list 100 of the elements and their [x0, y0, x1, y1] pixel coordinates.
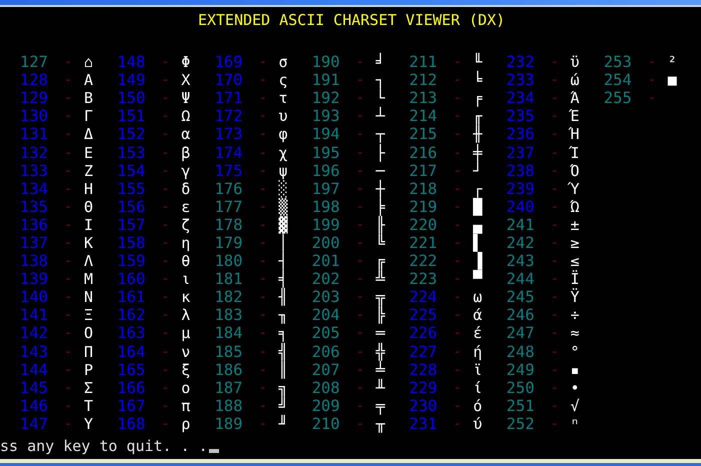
char-code: 182	[214, 288, 244, 306]
char-code: 150	[117, 89, 146, 108]
glyph: Φ	[181, 53, 190, 72]
glyph: ┤	[278, 252, 288, 270]
glyph: √	[570, 396, 580, 415]
glyph: π	[181, 396, 190, 415]
char-code: 162	[117, 306, 146, 324]
char-code: 146	[20, 396, 49, 415]
separator: -	[258, 378, 268, 397]
separator: -	[453, 234, 463, 252]
char-code: 132	[20, 144, 49, 162]
glyph: ╡	[278, 270, 288, 288]
glyph: ╖	[278, 306, 288, 324]
glyph: ▀	[473, 270, 482, 288]
separator: -	[356, 71, 366, 90]
char-code: 169	[214, 53, 244, 72]
char-code: 207	[312, 360, 341, 379]
separator: -	[453, 378, 463, 397]
separator: -	[356, 378, 366, 397]
char-code: 143	[20, 342, 49, 361]
char-code: 181	[214, 270, 244, 288]
glyph: ╞	[376, 198, 385, 216]
glyph: Ί	[570, 144, 580, 162]
glyph: ╟	[376, 216, 385, 234]
glyph: ≥	[570, 234, 580, 252]
separator: -	[453, 396, 463, 415]
glyph: ├	[376, 144, 385, 162]
glyph: ╝	[278, 396, 288, 415]
char-code: 239	[506, 180, 536, 198]
glyph: η	[181, 234, 190, 252]
separator: -	[64, 324, 74, 342]
separator: -	[550, 414, 560, 433]
char-code: 229	[409, 378, 438, 397]
char-code: 142	[20, 324, 49, 342]
glyph: Γ	[84, 107, 94, 126]
separator: -	[161, 396, 171, 415]
char-code: 246	[506, 306, 536, 324]
separator: -	[64, 162, 74, 180]
glyph: ψ	[278, 162, 288, 180]
glyph: ⌂	[84, 53, 94, 72]
glyph: ▌	[473, 234, 482, 252]
char-code: 140	[20, 288, 49, 306]
separator: -	[161, 180, 171, 198]
glyph: ϋ	[570, 53, 580, 72]
glyph: ┐	[376, 71, 385, 90]
char-code: 178	[214, 216, 244, 234]
separator: -	[356, 216, 366, 234]
glyph: ■	[668, 71, 677, 90]
glyph: Ϋ	[570, 288, 580, 306]
glyph: Π	[84, 342, 94, 361]
char-code: 232	[506, 53, 536, 72]
glyph: ╠	[376, 306, 385, 324]
separator: -	[356, 396, 366, 415]
char-code: 134	[20, 180, 49, 198]
char-code: 225	[409, 306, 438, 324]
separator: -	[356, 107, 366, 126]
char-code: 240	[506, 198, 536, 216]
separator: -	[258, 234, 268, 252]
separator: -	[64, 378, 74, 397]
separator: -	[161, 125, 171, 144]
glyph: ╫	[473, 125, 482, 144]
char-code: 193	[312, 107, 341, 126]
glyph: ▄	[473, 216, 482, 234]
glyph: ν	[181, 342, 190, 361]
char-code: 212	[409, 71, 438, 90]
glyph: Ι	[84, 216, 94, 234]
glyph: ═	[376, 324, 385, 342]
glyph: °	[570, 342, 580, 361]
separator: -	[453, 89, 463, 108]
char-code: 172	[214, 107, 244, 126]
char-code: 223	[409, 270, 438, 288]
separator: -	[356, 270, 366, 288]
glyph: ─	[376, 162, 385, 180]
char-code: 230	[409, 396, 438, 415]
glyph: Ψ	[181, 89, 190, 108]
glyph: Υ	[84, 414, 94, 433]
glyph: │	[278, 234, 288, 252]
separator: -	[550, 252, 560, 270]
glyph: γ	[181, 162, 190, 180]
glyph: Λ	[84, 252, 94, 270]
char-code: 197	[312, 180, 341, 198]
glyph: ╒	[473, 89, 482, 108]
glyph: ╩	[376, 270, 385, 288]
char-code: 166	[117, 378, 146, 397]
separator: -	[356, 342, 366, 361]
separator: -	[161, 71, 171, 90]
separator: -	[258, 306, 268, 324]
separator: -	[258, 162, 268, 180]
char-code: 251	[506, 396, 536, 415]
char-code: 188	[214, 396, 244, 415]
separator: -	[453, 288, 463, 306]
char-code: 190	[312, 53, 341, 72]
char-code: 191	[312, 71, 341, 90]
glyph: •	[570, 378, 580, 397]
char-code: 203	[312, 288, 341, 306]
char-code: 218	[409, 180, 438, 198]
glyph: Χ	[181, 71, 190, 90]
glyph: Ρ	[84, 360, 94, 379]
char-code: 170	[214, 71, 244, 90]
char-code: 215	[409, 125, 438, 144]
